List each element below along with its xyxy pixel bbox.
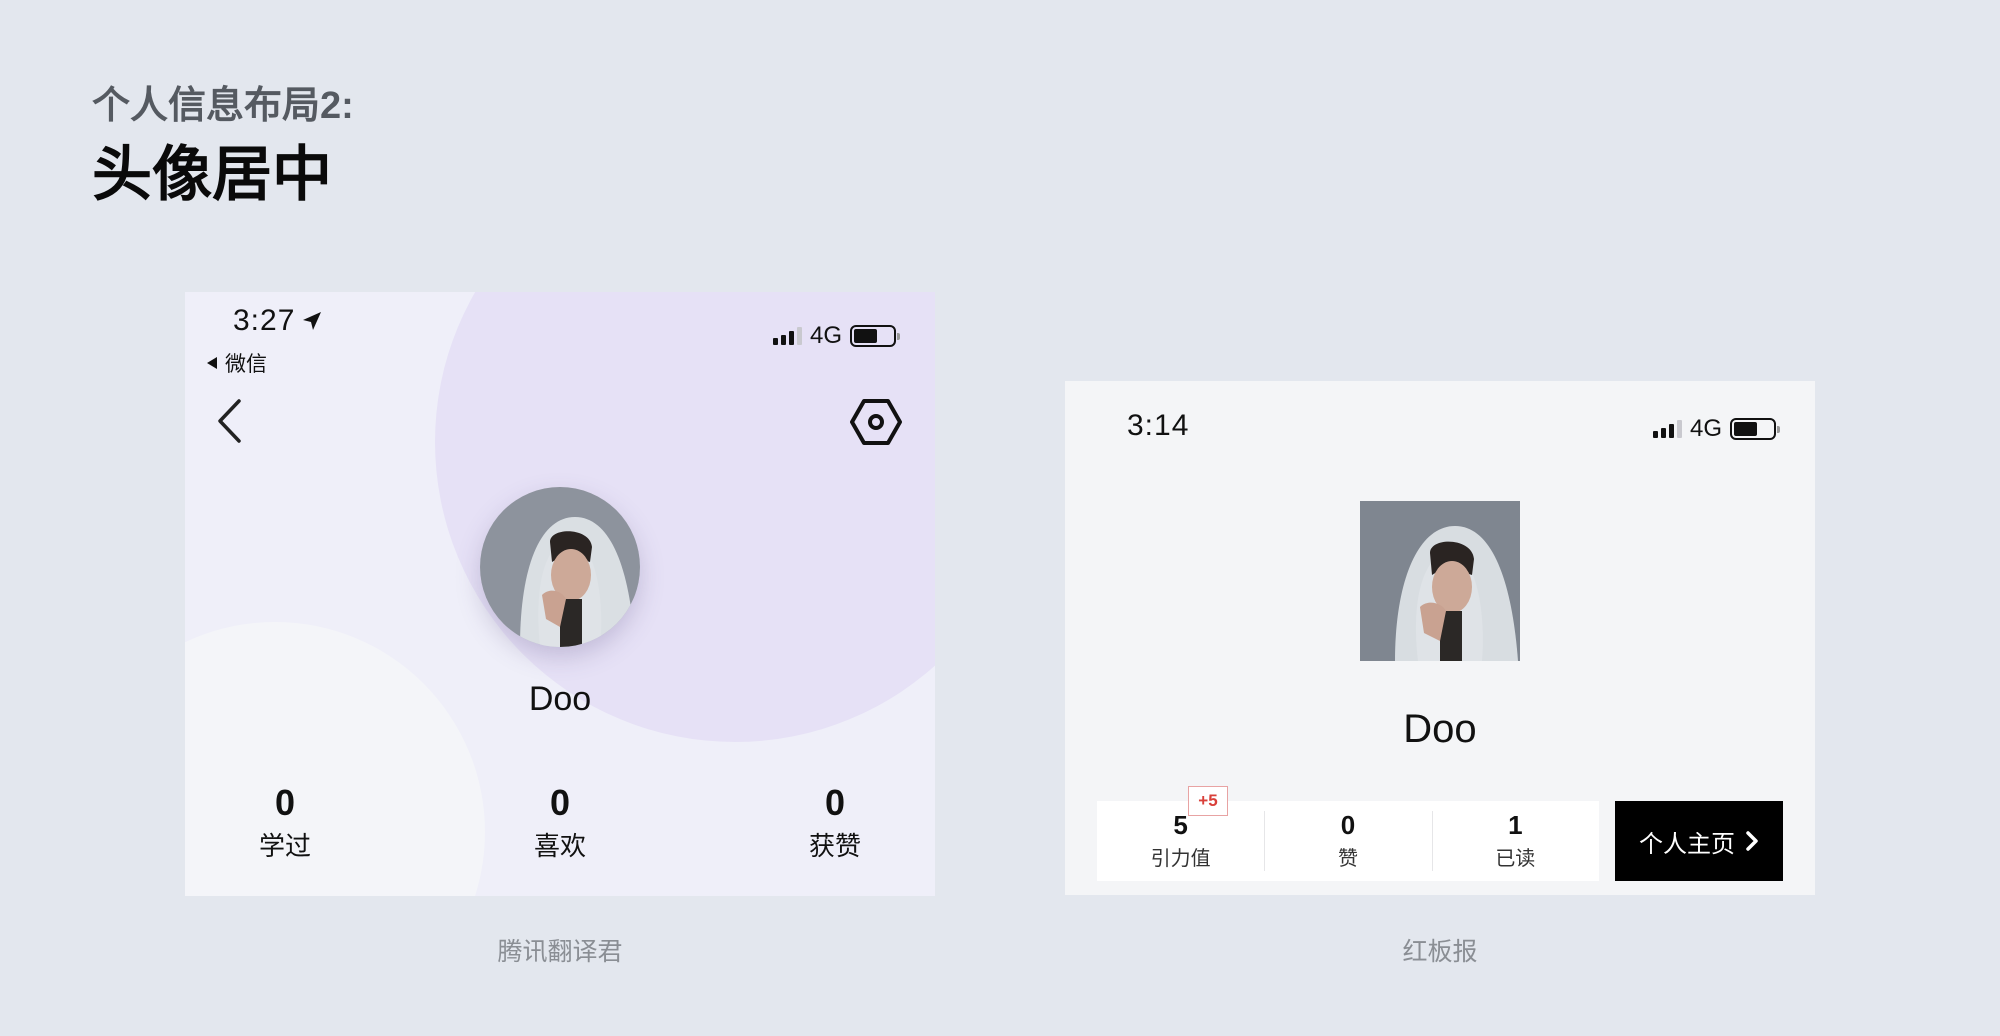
stat-label: 学过 (258, 831, 311, 861)
phone-screenshot-hongbanbao: 3:14 4G Doo 5 引力值 0 赞 1 已读 个人主页 (1065, 381, 1815, 895)
stat-read[interactable]: 1 已读 (1431, 801, 1599, 881)
stat-learned[interactable]: 0 学过 (215, 782, 355, 863)
stat-value: 0 (274, 782, 296, 823)
stat-label: 已读 (1495, 847, 1536, 870)
stats-bar: 5 引力值 0 赞 1 已读 (1097, 801, 1599, 881)
section-subtitle: 个人信息布局2: (92, 85, 354, 127)
back-app-label: 微信 (225, 353, 267, 376)
personal-homepage-button[interactable]: 个人主页 (1615, 801, 1783, 881)
status-time: 3:14 (1127, 409, 1190, 442)
signal-icon (1653, 420, 1682, 438)
stat-liked[interactable]: 0 喜欢 (490, 782, 630, 863)
status-indicators: 4G (773, 322, 901, 350)
stat-value: 0 (824, 782, 846, 823)
status-indicators: 4G (1653, 415, 1781, 443)
stat-label: 喜欢 (533, 831, 586, 861)
battery-icon (850, 325, 901, 347)
caption-hongbanbao: 红板报 (1402, 938, 1478, 966)
back-to-app-link[interactable]: 微信 (205, 348, 267, 378)
chevron-right-icon (1746, 831, 1758, 851)
stat-label: 引力值 (1150, 847, 1211, 870)
triangle-left-icon (207, 357, 217, 369)
profile-name: Doo (528, 680, 592, 718)
section-title: 头像居中 (92, 141, 332, 208)
battery-icon (1730, 418, 1781, 440)
signal-icon (773, 327, 802, 345)
avatar[interactable] (480, 487, 640, 647)
phone-screenshot-tencent: 3:27 微信 4G Doo 0 学过 0 喜欢 0 获赞 (185, 292, 935, 896)
stat-label: 赞 (1337, 847, 1358, 870)
avatar-photo (480, 487, 640, 647)
chevron-left-icon (218, 399, 241, 443)
stat-value: 5 (1173, 810, 1188, 841)
network-label: 4G (810, 322, 843, 349)
stat-value: 1 (1508, 810, 1523, 841)
back-button[interactable] (215, 398, 245, 449)
network-label: 4G (1690, 415, 1723, 442)
settings-hexagon-icon (850, 399, 902, 445)
avatar-photo (1360, 501, 1520, 661)
stat-likes[interactable]: 0 赞 (1264, 801, 1431, 881)
stat-value: 0 (549, 782, 571, 823)
gravity-increase-badge: +5 (1188, 786, 1228, 816)
home-button-label: 个人主页 (1639, 830, 1735, 858)
stat-label: 获赞 (808, 831, 861, 861)
caption-tencent: 腾讯翻译君 (497, 938, 623, 966)
avatar[interactable] (1360, 501, 1520, 661)
stat-value: 0 (1340, 810, 1356, 841)
location-arrow-icon (303, 312, 322, 330)
status-time-text: 3:27 (233, 304, 296, 337)
status-time: 3:27 (233, 304, 323, 338)
profile-name: Doo (1403, 707, 1477, 751)
stat-gravity[interactable]: 5 引力值 (1097, 801, 1264, 881)
settings-button[interactable] (849, 398, 903, 451)
stat-likes-received[interactable]: 0 获赞 (765, 782, 905, 863)
